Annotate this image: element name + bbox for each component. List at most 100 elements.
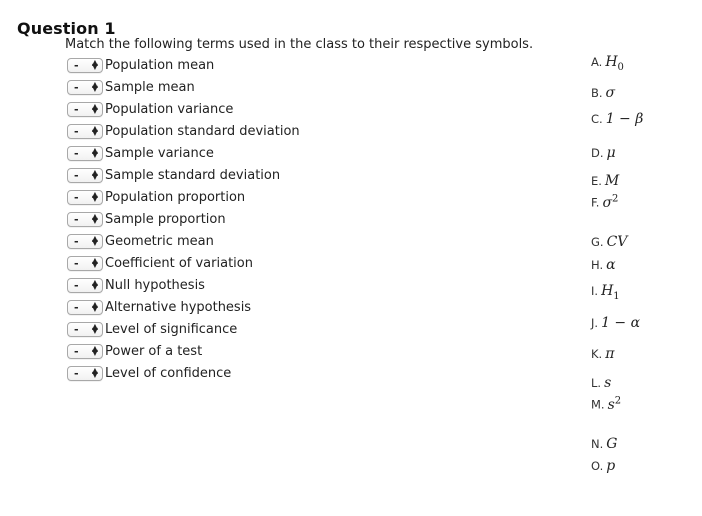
updown-arrows-icon: ▲ ▼ — [91, 344, 98, 357]
select-value: - — [74, 256, 79, 270]
term-label: Level of confidence — [105, 365, 232, 381]
match-select[interactable]: - ▲ ▼ — [67, 211, 103, 227]
updown-arrows-icon: ▲ ▼ — [91, 256, 98, 269]
updown-arrows-icon: ▲ ▼ — [91, 278, 98, 291]
select-value: - — [74, 190, 79, 204]
term-row: - ▲ ▼ Power of a test — [67, 340, 300, 362]
choice-item: C. 1 − β — [591, 111, 643, 127]
term-row: - ▲ ▼ Sample proportion — [67, 208, 300, 230]
symbol-subscript: 1 — [613, 290, 620, 302]
term-label: Sample standard deviation — [105, 167, 281, 183]
symbol-base: 1 − α — [601, 315, 641, 331]
term-label: Alternative hypothesis — [105, 299, 252, 315]
term-label: Population standard deviation — [105, 123, 300, 139]
select-value: - — [74, 278, 79, 292]
term-row: - ▲ ▼ Population standard deviation — [67, 120, 300, 142]
symbol-base: s — [607, 396, 615, 413]
term-label: Population variance — [105, 101, 234, 117]
match-select[interactable]: - ▲ ▼ — [67, 145, 103, 161]
match-select[interactable]: - ▲ ▼ — [67, 299, 103, 315]
choice-letter: M. — [591, 397, 605, 412]
select-value: - — [74, 58, 79, 72]
updown-arrows-icon: ▲ ▼ — [91, 366, 98, 379]
symbol-base: CV — [606, 234, 628, 250]
choice-item: I. H1 — [591, 283, 620, 302]
updown-arrows-icon: ▲ ▼ — [91, 102, 98, 115]
term-row: - ▲ ▼ Population mean — [67, 54, 300, 76]
symbol-base: H — [605, 54, 618, 70]
match-select[interactable]: - ▲ ▼ — [67, 321, 103, 337]
symbol-subscript: 0 — [617, 61, 624, 73]
updown-arrows-icon: ▲ ▼ — [91, 190, 98, 203]
term-label: Coefficient of variation — [105, 255, 253, 271]
symbol-base: α — [606, 257, 616, 273]
choice-letter: O. — [591, 459, 604, 473]
select-value: - — [74, 124, 79, 138]
choice-item: M. s2 — [591, 395, 621, 413]
choice-letter: G. — [591, 235, 604, 249]
term-label: Sample mean — [105, 79, 195, 95]
match-select[interactable]: - ▲ ▼ — [67, 255, 103, 271]
match-select[interactable]: - ▲ ▼ — [67, 343, 103, 359]
symbol-base: M — [604, 173, 620, 189]
choice-symbol: μ — [607, 145, 616, 161]
symbol-base: μ — [606, 145, 616, 161]
select-value: - — [74, 366, 79, 380]
term-row: - ▲ ▼ Sample standard deviation — [67, 164, 300, 186]
choice-letter: C. — [591, 112, 603, 126]
choice-item: F. σ2 — [591, 193, 618, 211]
match-select[interactable]: - ▲ ▼ — [67, 79, 103, 95]
updown-arrows-icon: ▲ ▼ — [91, 300, 98, 313]
term-label: Population proportion — [105, 189, 246, 205]
choice-item: E. M — [591, 173, 619, 189]
updown-arrows-icon: ▲ ▼ — [91, 146, 98, 159]
match-select[interactable]: - ▲ ▼ — [67, 57, 103, 73]
term-label: Level of significance — [105, 321, 238, 337]
term-row: - ▲ ▼ Geometric mean — [67, 230, 300, 252]
updown-arrows-icon: ▲ ▼ — [91, 322, 98, 335]
select-value: - — [74, 146, 79, 160]
choice-letter: D. — [591, 146, 604, 160]
term-row: - ▲ ▼ Level of confidence — [67, 362, 300, 384]
symbol-base: 1 − β — [605, 111, 644, 127]
match-select[interactable]: - ▲ ▼ — [67, 189, 103, 205]
choice-item: A. H0 — [591, 54, 624, 73]
updown-arrows-icon: ▲ ▼ — [91, 80, 98, 93]
choice-item: N. G — [591, 436, 617, 452]
choice-letter: N. — [591, 437, 604, 451]
term-row: - ▲ ▼ Coefficient of variation — [67, 252, 300, 274]
select-value: - — [74, 80, 79, 94]
choice-symbol: H1 — [601, 283, 620, 302]
choice-symbol: H0 — [605, 54, 624, 73]
match-select[interactable]: - ▲ ▼ — [67, 277, 103, 293]
terms-list: - ▲ ▼ Population mean - ▲ ▼ Sample mean - ▲ ▼ Popul… — [67, 54, 300, 384]
choice-letter: A. — [591, 55, 603, 69]
choice-letter: E. — [591, 174, 602, 188]
symbol-base: s — [604, 375, 612, 391]
match-select[interactable]: - ▲ ▼ — [67, 101, 103, 117]
choice-symbol: σ2 — [602, 193, 619, 211]
term-label: Geometric mean — [105, 233, 214, 249]
term-row: - ▲ ▼ Population variance — [67, 98, 300, 120]
choice-symbol: CV — [607, 234, 628, 250]
choice-item: J. 1 − α — [591, 315, 640, 331]
updown-arrows-icon: ▲ ▼ — [91, 124, 98, 137]
term-label: Population mean — [105, 57, 215, 73]
term-row: - ▲ ▼ Population proportion — [67, 186, 300, 208]
symbol-superscript: 2 — [614, 395, 622, 406]
match-select[interactable]: - ▲ ▼ — [67, 123, 103, 139]
match-select[interactable]: - ▲ ▼ — [67, 167, 103, 183]
choice-letter: F. — [591, 195, 600, 210]
symbol-base: G — [606, 436, 618, 452]
match-select[interactable]: - ▲ ▼ — [67, 233, 103, 249]
symbol-base: H — [601, 283, 614, 299]
select-value: - — [74, 212, 79, 226]
select-value: - — [74, 322, 79, 336]
select-value: - — [74, 300, 79, 314]
choice-letter: B. — [591, 86, 603, 100]
choice-symbol: σ — [606, 85, 616, 101]
updown-arrows-icon: ▲ ▼ — [91, 58, 98, 71]
match-select[interactable]: - ▲ ▼ — [67, 365, 103, 381]
choice-item: K. π — [591, 346, 614, 362]
symbol-superscript: 2 — [612, 193, 619, 204]
